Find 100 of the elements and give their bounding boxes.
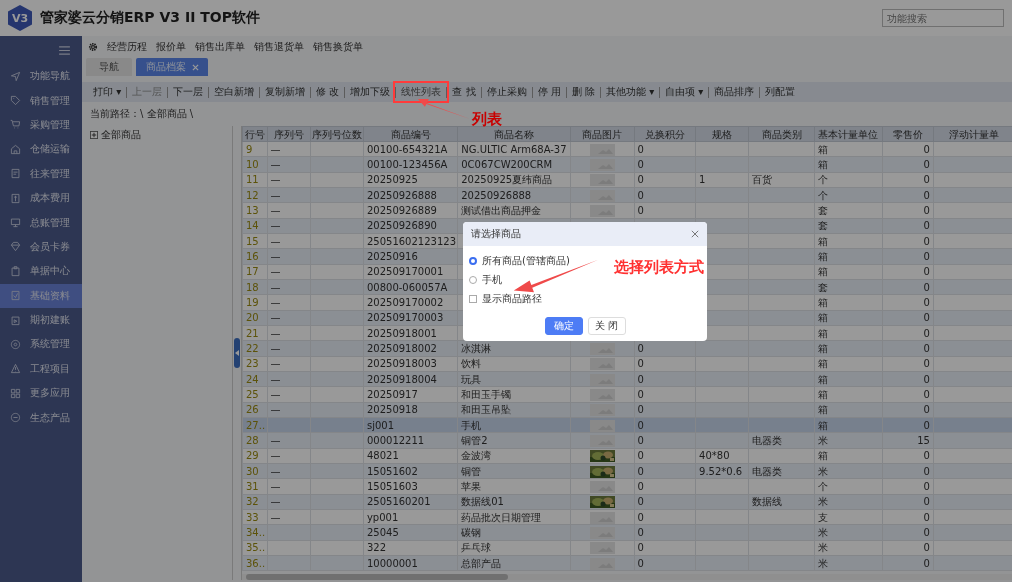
close-button[interactable]: 关 闭: [587, 317, 626, 335]
quick-link[interactable]: 销售退货单: [254, 40, 304, 54]
sidebar-item[interactable]: 生态产品: [0, 405, 82, 430]
sidebar-item[interactable]: 更多应用: [0, 381, 82, 406]
table-cell: 1: [699, 174, 706, 186]
toolbar-button[interactable]: 增加下级: [345, 84, 396, 100]
sidebar-item[interactable]: 系统管理: [0, 332, 82, 357]
toolbar-button[interactable]: 其他功能 ▾: [600, 84, 660, 100]
table-cell: 000012211: [366, 434, 425, 446]
toolbar-button[interactable]: 列配置: [760, 84, 801, 100]
table-cell: 0: [637, 542, 644, 554]
search-field[interactable]: 功能搜索: [882, 9, 1004, 27]
table-cell: 箱: [817, 342, 828, 354]
current-path: 当前路径：\ 全部商品 \: [90, 107, 194, 121]
sidebar-item[interactable]: 期初建账: [0, 307, 82, 333]
table-cell: 20250926889: [366, 204, 437, 216]
toolbar-button[interactable]: 打印 ▾: [88, 84, 127, 100]
table-cell: 10: [246, 159, 259, 170]
column-header[interactable]: 序列号: [267, 126, 311, 142]
tab[interactable]: 商品档案: [136, 58, 208, 76]
table-cell: 箱: [817, 388, 828, 400]
table-cell: 0: [923, 204, 930, 216]
sidebar-item[interactable]: 单据中心: [0, 259, 82, 284]
column-header[interactable]: 商品图片: [570, 126, 635, 142]
sidebar-item[interactable]: 基础资料: [0, 283, 82, 308]
toolbar-button[interactable]: 自由项 ▾: [660, 84, 709, 100]
column-header[interactable]: 行号: [242, 126, 268, 142]
scrollbar-thumb[interactable]: [246, 574, 508, 580]
sidebar-item[interactable]: 功能导航: [0, 64, 82, 89]
column-header[interactable]: 商品类别: [748, 126, 815, 142]
quick-link[interactable]: 销售出库单: [195, 40, 245, 54]
table-cell: 个: [817, 480, 828, 492]
tree-item[interactable]: 全部商品: [86, 126, 232, 144]
table-cell: 和田玉手镯: [461, 388, 512, 400]
quick-link[interactable]: 经营历程: [107, 40, 147, 54]
checkbox[interactable]: [469, 295, 477, 303]
sidebar-item[interactable]: 往来管理: [0, 161, 82, 186]
toolbar-button[interactable]: 复制新增: [260, 84, 311, 100]
menu-icon[interactable]: [59, 45, 70, 55]
table-cell: 0: [923, 388, 930, 400]
radio-option[interactable]: 手机: [469, 273, 502, 287]
table-cell: 48021: [366, 450, 399, 462]
column-header[interactable]: 浮动计量单: [933, 126, 1012, 142]
radio-button[interactable]: [469, 257, 477, 265]
table-cell: —: [270, 159, 281, 170]
table-cell: 12: [246, 189, 259, 201]
table-cell: 0: [637, 204, 644, 216]
table-cell: 00100-123456A: [366, 159, 448, 170]
expand-icon[interactable]: [90, 131, 98, 139]
table-cell: 10000001: [366, 557, 418, 569]
confirm-button[interactable]: 确定: [544, 317, 583, 335]
column-header[interactable]: 规格: [695, 126, 749, 142]
table-cell: 套: [817, 220, 828, 232]
column-header[interactable]: 基本计量单位: [814, 126, 883, 142]
sidebar-item[interactable]: 采购管理: [0, 112, 82, 138]
quick-link[interactable]: 报价单: [156, 40, 186, 54]
table-cell: 箱: [817, 159, 828, 170]
table-cell: 0: [923, 465, 930, 477]
column-header[interactable]: 兑换积分: [634, 126, 696, 142]
toolbar-button[interactable]: 商品排序: [709, 84, 760, 100]
table-cell: 20250918001: [366, 327, 437, 339]
sidebar-item[interactable]: 总账管理: [0, 210, 82, 235]
toolbar-button[interactable]: 线性列表: [396, 84, 447, 100]
table-cell: 20250925: [366, 174, 418, 186]
table-cell: —: [270, 480, 281, 492]
table-cell: 电器类: [752, 465, 783, 477]
toolbar-button[interactable]: 下一层: [168, 84, 209, 100]
sidebar-item[interactable]: 销售管理: [0, 88, 82, 113]
table-cell: 箱: [817, 404, 828, 416]
toolbar-button[interactable]: 查 找: [447, 84, 481, 100]
toolbar-button[interactable]: 空白新增: [209, 84, 260, 100]
sidebar-item[interactable]: 仓储运输: [0, 137, 82, 162]
house-icon: [10, 143, 21, 155]
table-cell: 25: [246, 388, 259, 400]
table-cell: 米: [817, 557, 828, 569]
table-cell: 箱: [817, 327, 828, 339]
sidebar-item[interactable]: 工程项目: [0, 356, 82, 382]
sidebar-item[interactable]: 成本费用: [0, 185, 82, 211]
table-cell: 0: [637, 143, 644, 155]
settings-icon[interactable]: [88, 42, 98, 52]
column-header[interactable]: 商品编号: [363, 126, 458, 142]
sidebar-item[interactable]: 会员卡券: [0, 234, 82, 260]
quick-link[interactable]: 销售换货单: [313, 40, 363, 54]
table-cell: 箱: [817, 312, 828, 324]
tab[interactable]: 导航: [86, 58, 132, 76]
table-cell: 33: [246, 511, 259, 523]
column-header[interactable]: 零售价: [882, 126, 934, 142]
toolbar-button[interactable]: 删 除: [566, 84, 600, 100]
toolbar-button[interactable]: 停 用: [532, 84, 566, 100]
table-cell: 玩具: [461, 373, 482, 385]
column-header[interactable]: 商品名称: [457, 126, 571, 142]
close-icon[interactable]: [691, 230, 699, 238]
collapse-handle[interactable]: [234, 338, 240, 368]
toolbar-button[interactable]: 修 改: [311, 84, 345, 100]
table-cell: —: [270, 220, 281, 232]
table-cell: 20250926890: [366, 220, 437, 232]
column-header[interactable]: 序列号位数: [310, 126, 364, 142]
table-cell: 15051603: [366, 480, 418, 492]
toolbar-button[interactable]: 停止采购: [481, 84, 532, 100]
table-cell: 米: [817, 434, 828, 446]
